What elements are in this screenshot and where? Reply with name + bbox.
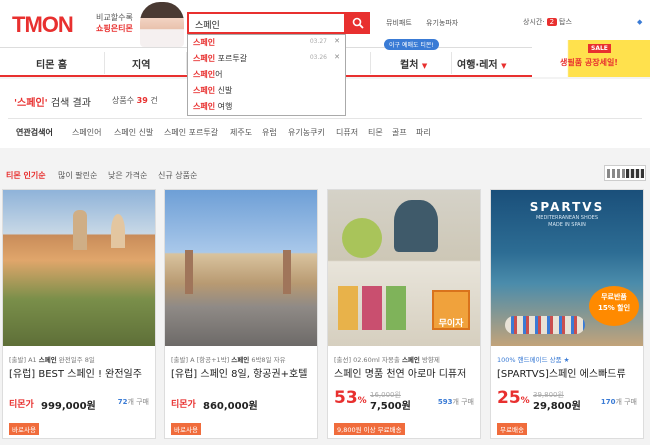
product-title[interactable]: [유럽] BEST 스페인 ! 완전일주 [9, 365, 151, 380]
related-keyword[interactable]: 유기농쿠키 [288, 127, 325, 138]
product-subtitle: [출발] A [항공+1박] 스페인 6박8일 자유 [171, 356, 286, 364]
nav-divider [451, 52, 452, 74]
results-count: 상품수 39 건 [112, 96, 158, 105]
search-icon [352, 17, 364, 29]
autocomplete-item[interactable]: 스페인어 [193, 69, 222, 80]
product-subtitle: [출선] 02.60ml 자몽출 스페인 방향제 [334, 356, 440, 364]
promo-model-image [140, 2, 184, 47]
related-keyword[interactable]: 스페인 포르투갈 [164, 127, 218, 138]
nav-item-local[interactable]: 지역 [132, 56, 150, 71]
login-label[interactable]: 상시간 [523, 18, 542, 26]
daily-ticket-badge[interactable]: 이구 예매도 티몬! [384, 39, 439, 50]
product-price: 7,500원 [370, 401, 411, 412]
product-tag: 바로사용 [171, 423, 201, 435]
nav-item-culture[interactable]: 컬처 ▼ [400, 56, 427, 71]
sales-count: 72개 구매 [117, 398, 149, 406]
top-link-2[interactable]: 유기농파자 [426, 19, 458, 27]
close-icon[interactable]: ✕ [334, 37, 340, 45]
product-image-diffuser[interactable]: 무이자 [328, 190, 480, 346]
brand-name: SPARTVS [529, 200, 605, 214]
product-card[interactable]: [출발] A1 스페인 완전일주 8일 [유럽] BEST 스페인 ! 완전일주… [2, 189, 156, 439]
product-image-barcelona[interactable] [165, 190, 317, 346]
nav-divider [370, 52, 371, 74]
sort-low-price[interactable]: 낮은 가격순 [108, 170, 147, 181]
product-price: 29,800원 [533, 401, 581, 412]
product-price: 999,000원 [41, 401, 96, 412]
product-image-park-guell[interactable] [3, 190, 155, 346]
product-card[interactable]: [출발] A [항공+1박] 스페인 6박8일 자유 [유럽] 스페인 8일, … [164, 189, 318, 439]
autocomplete-item[interactable]: 스페인 여행 [193, 101, 232, 112]
autocomplete-item[interactable]: 스페인 [193, 37, 215, 48]
autocomplete-dropdown: 스페인 03.27 ✕ 스페인 포르투갈 03.26 ✕ 스페인어 스페인 신발… [187, 34, 346, 116]
dropdown-caret-icon: ▼ [501, 62, 507, 70]
product-price: 860,000원 [203, 401, 258, 412]
related-keyword[interactable]: 스페인 신발 [114, 127, 153, 138]
related-keywords-label: 연관검색어 [16, 128, 53, 137]
product-tag: 9,800원 이상 무료배송 [334, 423, 405, 435]
search-button[interactable] [346, 12, 370, 34]
results-title: '스페인' 검색 결과 [14, 98, 91, 109]
related-keyword[interactable]: 디퓨저 [336, 127, 358, 138]
sort-popular[interactable]: 티몬 인기순 [6, 170, 46, 181]
product-title[interactable]: [유럽] 스페인 8일, 항공권+호텔 [171, 365, 313, 380]
product-card[interactable]: SPARTVS MEDITERRANEAN SHOES MADE IN SPAI… [490, 189, 644, 439]
product-image-espadrille[interactable]: SPARTVS MEDITERRANEAN SHOES MADE IN SPAI… [491, 190, 643, 346]
autocomplete-item[interactable]: 스페인 포르투갈 [193, 53, 247, 64]
product-subtitle: [출발] A1 스페인 완전일주 8일 [9, 356, 95, 364]
brand-subline: MEDITERRANEAN SHOES [535, 215, 599, 221]
sales-count: 593개 구매 [437, 398, 474, 406]
sort-newest[interactable]: 신규 상품순 [158, 170, 197, 181]
discount-rate: 25% [497, 388, 530, 408]
autocomplete-item[interactable]: 스페인 신발 [193, 85, 232, 96]
sale-banner-text[interactable]: 생필품 공장세일! [560, 57, 618, 68]
tmon-logo[interactable]: TMON [12, 12, 74, 38]
autocomplete-date: 03.26 [309, 54, 327, 61]
divider [8, 118, 642, 119]
promo-slogan[interactable]: 비교할수록 쇼핑은티몬 [96, 12, 133, 34]
close-icon[interactable]: ✕ [334, 53, 340, 61]
list-view-icon[interactable] [626, 169, 644, 178]
price-label: 티몬가 [9, 400, 34, 410]
search-input-value: 스페인 [195, 21, 220, 31]
top-links: 뮤비패트 유기농파자 [386, 18, 470, 28]
price-label: 티몬가 [171, 400, 196, 410]
nav-divider [104, 52, 105, 74]
search-input[interactable]: 스페인 [187, 12, 346, 34]
interest-free-badge: 무이자 [438, 319, 464, 329]
cart-label[interactable]: 탑스 [559, 18, 572, 26]
cart-count-badge: 2 [546, 18, 558, 26]
user-area[interactable]: 상시간· 2 탑스 [523, 17, 572, 27]
view-toggle[interactable] [604, 165, 646, 181]
grid-view-icon[interactable] [607, 169, 625, 178]
product-title[interactable]: [SPARTVS]스페인 에스빠드류 [497, 365, 639, 380]
nav-item-travel[interactable]: 여행·레저 ▼ [457, 56, 506, 71]
discount-rate: 53% [334, 388, 367, 408]
product-title[interactable]: 스페인 명품 천연 아로마 디퓨저 [334, 365, 476, 380]
related-keyword[interactable]: 티몬 [368, 127, 383, 138]
promo-line2: 쇼핑은티몬 [96, 24, 133, 33]
nav-item-home[interactable]: 티몬 홈 [36, 56, 67, 71]
discount-badge: 무료반품 15% 할인 [589, 286, 639, 326]
autocomplete-date: 03.27 [309, 38, 327, 45]
brand-subline: MADE IN SPAIN [548, 222, 586, 228]
product-tag: 무료배송 [497, 423, 527, 435]
product-card[interactable]: 무이자 [출선] 02.60ml 자몽출 스페인 방향제 스페인 명품 천연 아… [327, 189, 481, 439]
promo-line1: 비교할수록 [96, 13, 133, 22]
sale-tag: SALE [588, 44, 611, 53]
related-keyword[interactable]: 스페인어 [72, 127, 101, 138]
related-keyword[interactable]: 제주도 [230, 127, 252, 138]
sort-best-selling[interactable]: 많이 팔린순 [58, 170, 97, 181]
related-keyword[interactable]: 골프 [392, 127, 407, 138]
dropdown-caret-icon: ▼ [421, 62, 428, 70]
product-subtitle: 100% 핸드메이드 상품 ★ [497, 356, 570, 364]
diamond-icon[interactable]: ◆ [637, 18, 642, 26]
product-tag: 바로사용 [9, 423, 39, 435]
related-keyword[interactable]: 파리 [416, 127, 431, 138]
sales-count: 170개 구매 [600, 398, 637, 406]
top-link-1[interactable]: 뮤비패트 [386, 19, 412, 27]
related-keyword[interactable]: 유럽 [262, 127, 277, 138]
